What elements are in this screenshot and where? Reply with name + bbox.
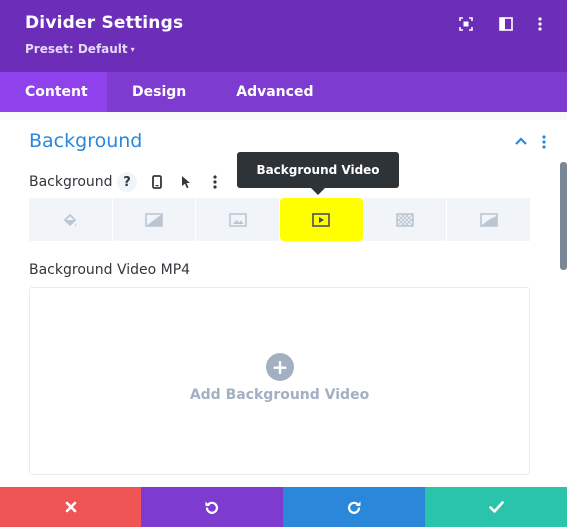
bg-type-color[interactable] [29, 198, 112, 241]
add-background-video-text[interactable]: Add Background Video [30, 387, 529, 403]
more-vertical-icon[interactable] [530, 14, 550, 34]
add-icon[interactable]: + [266, 353, 294, 381]
background-type-tabs [29, 198, 531, 241]
expand-icon[interactable] [456, 14, 476, 34]
cursor-icon[interactable] [176, 172, 196, 192]
preset-selector[interactable]: Preset: Default ▾ [25, 42, 135, 56]
bg-type-gradient[interactable] [112, 198, 196, 241]
sidebar-toggle-icon[interactable] [496, 14, 516, 34]
close-icon [65, 501, 76, 513]
section-more-icon[interactable] [539, 134, 549, 150]
settings-title: Divider Settings [25, 13, 184, 33]
video-upload-area[interactable]: + Add Background Video [29, 287, 530, 475]
undo-button[interactable] [141, 487, 283, 527]
image-icon [228, 212, 247, 227]
redo-button[interactable] [283, 487, 425, 527]
divider-settings-panel: Divider Settings Preset: Default ▾ Conte… [0, 0, 567, 527]
bg-type-image[interactable] [196, 198, 280, 241]
video-icon [312, 212, 331, 227]
settings-header: Divider Settings Preset: Default ▾ [0, 0, 567, 72]
caret-down-icon: ▾ [130, 45, 135, 54]
scrollbar-thumb[interactable] [560, 162, 567, 270]
save-button[interactable] [425, 487, 567, 527]
help-icon[interactable]: ? [117, 172, 137, 192]
tab-content[interactable]: Content [0, 72, 107, 112]
preset-label: Preset: Default [25, 42, 128, 56]
cancel-button[interactable] [0, 487, 141, 527]
undo-icon [205, 501, 219, 514]
settings-tabs: Content Design Advanced [0, 72, 567, 112]
tab-advanced[interactable]: Advanced [211, 72, 338, 112]
chevron-up-icon[interactable] [514, 136, 528, 146]
background-video-tooltip: Background Video [237, 152, 399, 195]
bg-type-video[interactable] [280, 198, 363, 241]
field-more-icon[interactable] [205, 172, 225, 192]
mask-icon [479, 212, 498, 227]
redo-icon [347, 501, 361, 514]
paint-bucket-icon [64, 213, 77, 226]
video-mp4-label: Background Video MP4 [29, 262, 191, 278]
bg-type-pattern[interactable] [363, 198, 447, 241]
action-bar [0, 487, 567, 527]
section-title[interactable]: Background [29, 130, 142, 152]
tab-design[interactable]: Design [107, 72, 211, 112]
mobile-icon[interactable] [147, 172, 167, 192]
check-icon [488, 501, 504, 513]
background-field-label: Background [29, 174, 113, 190]
settings-content: Background Background ? Background Video… [0, 112, 567, 487]
bg-type-mask[interactable] [447, 198, 531, 241]
content-top-strip [0, 112, 567, 120]
gradient-icon [145, 212, 163, 227]
pattern-icon [396, 212, 414, 227]
